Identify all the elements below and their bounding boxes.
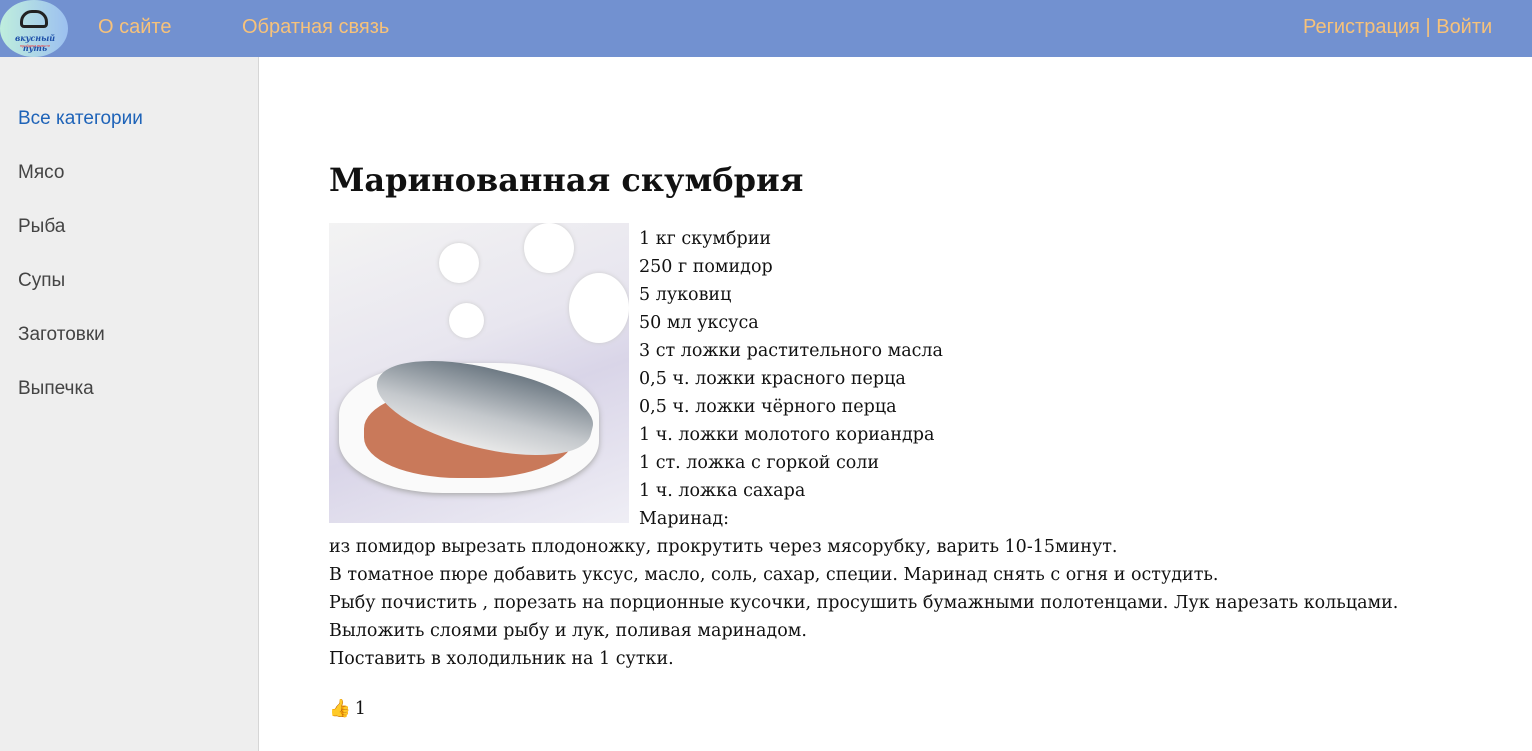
recipe-image [329,223,629,523]
sidebar: Все категории Мясо Рыба Супы Заготовки В… [0,57,259,751]
likes[interactable]: 👍 1 [329,695,1509,723]
recipe-line: 50 мл уксуса [639,313,759,333]
recipe-line: В томатное пюре добавить уксус, масло, с… [329,565,1219,585]
thumbs-up-icon[interactable]: 👍 [329,695,351,723]
recipe-line: 1 кг скумбрии [639,229,772,249]
recipe-line: 0,5 ч. ложки красного перца [639,369,906,389]
recipe: Маринованная скумбрия 1 кг скумбрии 250 г… [329,160,1509,723]
sidebar-item-fish[interactable]: Рыба [18,216,65,238]
nav-about[interactable]: О сайте [98,16,171,39]
recipe-line: из помидор вырезать плодоножку, прокрути… [329,537,1118,557]
recipe-line: Рыбу почистить , порезать на порционные … [329,593,1399,613]
recipe-line: Выложить слоями рыбу и лук, поливая мари… [329,621,807,641]
recipe-line: Поставить в холодильник на 1 сутки. [329,649,674,669]
auth-links[interactable]: Регистрация | Войти [1303,16,1492,39]
recipe-line: Маринад: [639,509,729,529]
site-logo[interactable]: вкусный путь пройдем вместе [0,0,68,57]
recipe-line: 1 ч. ложка сахара [639,481,806,501]
recipe-line: 1 ч. ложки молотого кориандра [639,425,935,445]
sidebar-item-all[interactable]: Все категории [18,108,143,130]
sidebar-item-soups[interactable]: Супы [18,270,65,292]
recipe-line: 5 луковиц [639,285,732,305]
recipe-line: 3 ст ложки растительного масла [639,341,943,361]
sidebar-item-meat[interactable]: Мясо [18,162,64,184]
recipe-title: Маринованная скумбрия [329,161,804,199]
likes-count: 1 [354,699,366,719]
nav-feedback[interactable]: Обратная связь [242,16,389,39]
recipe-line: 0,5 ч. ложки чёрного перца [639,397,897,417]
sidebar-item-baking[interactable]: Выпечка [18,378,94,400]
sidebar-item-preserves[interactable]: Заготовки [18,324,105,346]
chef-hat-icon [20,10,48,28]
recipe-line: 1 ст. ложка с горкой соли [639,453,880,473]
header: вкусный путь пройдем вместе О сайте Обрат… [0,0,1532,57]
recipe-line: 250 г помидор [639,257,773,277]
